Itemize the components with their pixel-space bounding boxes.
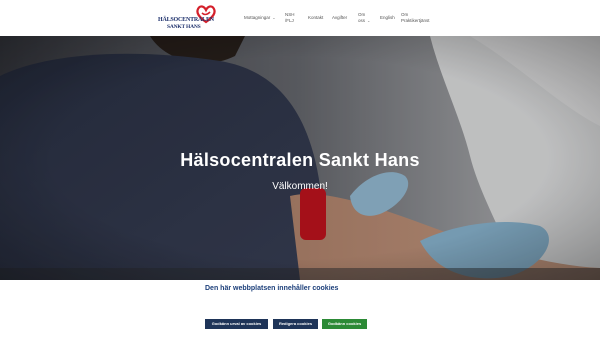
main-nav: Mottagningar ⌄ NSH /FLJ Kontakt Avgifter … — [0, 0, 600, 36]
cookie-banner-title: Den här webbplatsen innehåller cookies — [205, 285, 339, 292]
nav-item-label-line2: /FLJ — [285, 18, 294, 23]
site-header: HÄLSOCENTRALEN SANKT HANS Mottagningar ⌄ … — [0, 0, 600, 36]
chevron-down-icon: ⌄ — [367, 18, 371, 23]
cookie-banner: Den här webbplatsen innehåller cookies G… — [0, 280, 600, 338]
nav-item-label-line2: oss — [358, 18, 366, 23]
hero-title: Hälsocentralen Sankt Hans — [180, 150, 420, 170]
hero-subtitle: Välkommen! — [272, 181, 328, 192]
nav-item-label: English — [380, 15, 395, 20]
hero-section: Hälsocentralen Sankt Hans Välkommen! — [0, 36, 600, 280]
nav-item-label: Kontakt — [308, 15, 324, 20]
nav-item-om-oss[interactable]: Om oss ⌄ — [358, 12, 370, 24]
nav-item-avgifter[interactable]: Avgifter — [332, 15, 347, 21]
nav-item-label: Mottagningar — [244, 15, 271, 20]
nav-item-label: Avgifter — [332, 15, 348, 20]
edit-cookies-button[interactable]: Redigera cookies — [273, 319, 318, 329]
accept-selected-cookies-button[interactable]: Godkänn urval av cookies — [205, 319, 268, 329]
nav-item-english[interactable]: English — [380, 15, 395, 21]
nav-item-label-line2: Praktikertjänst — [401, 18, 430, 23]
nav-item-om-praktikertjanst[interactable]: Om Praktikertjänst — [401, 12, 430, 24]
nav-item-kontakt[interactable]: Kontakt — [308, 15, 323, 21]
nav-item-nsh-flj[interactable]: NSH /FLJ — [285, 12, 295, 24]
chevron-down-icon: ⌄ — [272, 15, 276, 20]
accept-cookies-button[interactable]: Godkänn cookies — [322, 319, 367, 329]
nav-item-mottagningar[interactable]: Mottagningar ⌄ — [244, 15, 276, 21]
